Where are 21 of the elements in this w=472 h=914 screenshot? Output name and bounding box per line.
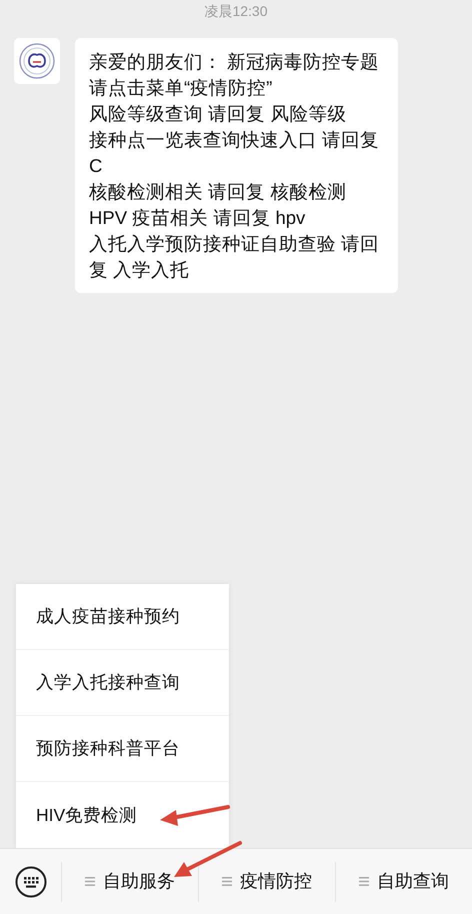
keyboard-icon[interactable] bbox=[14, 866, 46, 898]
annotation-arrow bbox=[174, 841, 242, 877]
submenu-item[interactable]: 预防接种科普平台 bbox=[16, 716, 229, 782]
menu-icon bbox=[85, 877, 95, 886]
message-line: 亲爱的朋友们： 新冠病毒防控专题请点击菜单“疫情防控” bbox=[89, 50, 380, 100]
message-line: HPV 疫苗相关 请回复 hpv bbox=[89, 206, 306, 230]
submenu-item[interactable]: 入学入托接种查询 bbox=[16, 650, 229, 716]
menu-icon bbox=[222, 877, 232, 886]
message-line: 入托入学预防接种证自助查验 请回复 入学入托 bbox=[89, 232, 380, 282]
submenu-item[interactable]: 成人疫苗接种预约 bbox=[16, 584, 229, 650]
timestamp: 凌晨12:30 bbox=[204, 2, 268, 20]
menu-tab[interactable]: 自助服务 bbox=[85, 868, 175, 895]
message-line: 风险等级查询 请回复 风险等级 bbox=[89, 102, 348, 126]
avatar-icon[interactable] bbox=[14, 38, 60, 84]
menu-tab[interactable]: 疫情防控 bbox=[222, 868, 312, 895]
annotation-arrow bbox=[160, 805, 230, 826]
submenu-item[interactable]: HIV免费检测 bbox=[16, 782, 229, 848]
menu-icon bbox=[359, 877, 369, 886]
message-line: 核酸检测相关 请回复 核酸检测 bbox=[89, 180, 348, 204]
message-line: 接种点一览表查询快速入口 请回复 C bbox=[89, 128, 380, 178]
menu-tab[interactable]: 自助查询 bbox=[359, 868, 449, 895]
